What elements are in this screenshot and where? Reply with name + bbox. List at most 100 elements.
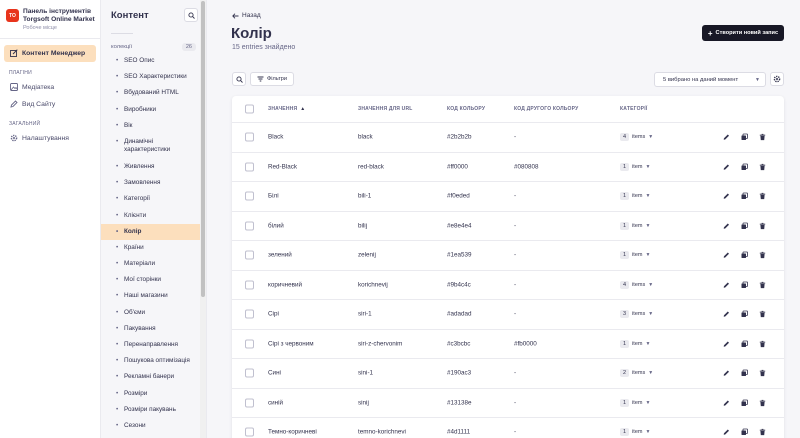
subnav-item[interactable]: • SEO Характеристики bbox=[101, 69, 206, 85]
trash-icon[interactable] bbox=[758, 310, 767, 319]
list-settings-button[interactable] bbox=[770, 72, 784, 86]
row-checkbox[interactable] bbox=[245, 309, 254, 319]
table-row[interactable]: Сині sini-1 #190ac3 - 2 items ▼ bbox=[232, 359, 784, 389]
nav-item-settings[interactable]: Налаштування bbox=[4, 130, 96, 147]
table-row[interactable]: Білі bili-1 #f0eded - 1 item ▼ bbox=[232, 182, 784, 212]
subnav-item[interactable]: • Сезони bbox=[101, 418, 206, 434]
row-checkbox[interactable] bbox=[245, 162, 254, 172]
categories-dropdown[interactable]: 2 items ▼ bbox=[620, 369, 653, 378]
row-checkbox[interactable] bbox=[245, 280, 254, 290]
table-row[interactable]: коричневий korichnevij #9b4c4c - 4 items… bbox=[232, 271, 784, 300]
subnav-item[interactable]: • Рекламні банери bbox=[101, 369, 206, 385]
trash-icon[interactable] bbox=[758, 192, 767, 201]
subnav-item[interactable]: • Наші магазини bbox=[101, 288, 206, 304]
header-url[interactable]: ЗНАЧЕННЯ ДЛЯ URL bbox=[358, 106, 413, 112]
subnav-item[interactable]: • Динамічні характеристики bbox=[101, 134, 206, 159]
create-entry-button[interactable]: + Створити новий запис bbox=[702, 25, 784, 41]
header-other-color-code[interactable]: КОД ДРУГОГО КОЛЬОРУ bbox=[514, 106, 578, 112]
duplicate-icon[interactable] bbox=[740, 192, 749, 201]
subnav-item[interactable]: • Мої сторінки bbox=[101, 272, 206, 288]
subnav-item[interactable]: • Країни bbox=[101, 240, 206, 256]
categories-dropdown[interactable]: 1 item ▼ bbox=[620, 339, 650, 348]
duplicate-icon[interactable] bbox=[740, 339, 749, 348]
row-checkbox[interactable] bbox=[245, 132, 254, 142]
table-row[interactable]: зелений zelenij #1ea539 - 1 item ▼ bbox=[232, 241, 784, 271]
header-color-code[interactable]: КОД КОЛЬОРУ bbox=[447, 106, 485, 112]
table-row[interactable]: Сірі з червоним siri-z-chervonim #c3bcbc… bbox=[232, 330, 784, 359]
edit-icon[interactable] bbox=[722, 221, 731, 230]
subnav-item[interactable]: • Матеріали bbox=[101, 256, 206, 272]
categories-dropdown[interactable]: 1 item ▼ bbox=[620, 251, 650, 260]
edit-icon[interactable] bbox=[722, 339, 731, 348]
categories-dropdown[interactable]: 1 item ▼ bbox=[620, 428, 650, 437]
subnav-item[interactable]: • Вік bbox=[101, 118, 206, 134]
subnav-item[interactable]: • Вбудований HTML bbox=[101, 85, 206, 101]
row-checkbox[interactable] bbox=[245, 191, 254, 201]
subnav-item[interactable]: • Перенаправлення bbox=[101, 337, 206, 353]
edit-icon[interactable] bbox=[722, 133, 731, 142]
duplicate-icon[interactable] bbox=[740, 251, 749, 260]
trash-icon[interactable] bbox=[758, 280, 767, 289]
duplicate-icon[interactable] bbox=[740, 162, 749, 171]
nav-item-view-site[interactable]: Вид Сайту bbox=[4, 96, 96, 113]
categories-dropdown[interactable]: 1 item ▼ bbox=[620, 192, 650, 201]
categories-dropdown[interactable]: 1 item ▼ bbox=[620, 221, 650, 230]
row-checkbox[interactable] bbox=[245, 368, 254, 378]
subnav-item[interactable]: • Об'єми bbox=[101, 305, 206, 321]
table-row[interactable]: білий bilij #e8e4e4 - 1 item ▼ bbox=[232, 212, 784, 241]
categories-dropdown[interactable]: 4 items ▼ bbox=[620, 280, 653, 289]
table-search-button[interactable] bbox=[232, 72, 246, 86]
back-link[interactable]: Назад bbox=[232, 12, 261, 19]
subnav-item[interactable]: • Категорії bbox=[101, 191, 206, 207]
edit-icon[interactable] bbox=[722, 310, 731, 319]
trash-icon[interactable] bbox=[758, 369, 767, 378]
duplicate-icon[interactable] bbox=[740, 369, 749, 378]
row-checkbox[interactable] bbox=[245, 398, 254, 408]
subnav-item[interactable]: • Пошукова оптимізація bbox=[101, 353, 206, 369]
duplicate-icon[interactable] bbox=[740, 280, 749, 289]
columns-select[interactable]: 5 вибрано на даний момент ▼ bbox=[654, 72, 766, 87]
edit-icon[interactable] bbox=[722, 251, 731, 260]
table-row[interactable]: Red-Black red-black #ff0000 #080808 1 it… bbox=[232, 153, 784, 182]
table-row[interactable]: Black black #2b2b2b - 4 items ▼ bbox=[232, 123, 784, 153]
trash-icon[interactable] bbox=[758, 221, 767, 230]
duplicate-icon[interactable] bbox=[740, 398, 749, 407]
header-value[interactable]: ЗНАЧЕННЯ ▲ bbox=[268, 106, 305, 112]
row-checkbox[interactable] bbox=[245, 221, 254, 231]
nav-item-content-manager[interactable]: Контент Менеджер bbox=[4, 45, 96, 62]
edit-icon[interactable] bbox=[722, 162, 731, 171]
table-row[interactable]: синій sinij #13138e - 1 item ▼ bbox=[232, 389, 784, 418]
subnav-item[interactable]: • Живлення bbox=[101, 159, 206, 175]
edit-icon[interactable] bbox=[722, 369, 731, 378]
row-checkbox[interactable] bbox=[245, 250, 254, 260]
trash-icon[interactable] bbox=[758, 398, 767, 407]
subnav-item[interactable]: • Замовлення bbox=[101, 175, 206, 191]
trash-icon[interactable] bbox=[758, 428, 767, 437]
categories-dropdown[interactable]: 1 item ▼ bbox=[620, 162, 650, 171]
row-checkbox[interactable] bbox=[245, 427, 254, 437]
duplicate-icon[interactable] bbox=[740, 428, 749, 437]
subnav-item[interactable]: • SEO Опис bbox=[101, 53, 206, 69]
collections-group-header[interactable]: колекції 26 bbox=[101, 40, 206, 53]
scrollbar-thumb[interactable] bbox=[201, 1, 205, 297]
categories-dropdown[interactable]: 1 item ▼ bbox=[620, 398, 650, 407]
filters-button[interactable]: Фільтри bbox=[250, 72, 294, 86]
nav-item-media[interactable]: Медіатека bbox=[4, 79, 96, 96]
table-row[interactable]: Сірі siri-1 #adadad - 3 items ▼ bbox=[232, 300, 784, 330]
trash-icon[interactable] bbox=[758, 251, 767, 260]
subnav-item[interactable]: • Клієнти bbox=[101, 208, 206, 224]
subnav-item-active[interactable]: • Колір bbox=[101, 223, 206, 240]
duplicate-icon[interactable] bbox=[740, 221, 749, 230]
table-row[interactable]: Темно-коричневі temno-korichnevi #4d1111… bbox=[232, 418, 784, 438]
subnav-item[interactable]: • Виробники bbox=[101, 102, 206, 118]
trash-icon[interactable] bbox=[758, 133, 767, 142]
edit-icon[interactable] bbox=[722, 398, 731, 407]
subnav-scrollbar[interactable] bbox=[200, 0, 206, 438]
subnav-item[interactable]: • Пакування bbox=[101, 321, 206, 337]
subnav-item[interactable]: • Розміри пакувань bbox=[101, 402, 206, 418]
header-categories[interactable]: КАТЕГОРІЇ bbox=[620, 106, 647, 112]
edit-icon[interactable] bbox=[722, 192, 731, 201]
select-all-checkbox[interactable] bbox=[245, 104, 254, 114]
categories-dropdown[interactable]: 3 items ▼ bbox=[620, 310, 653, 319]
subnav-search-button[interactable] bbox=[184, 8, 198, 22]
